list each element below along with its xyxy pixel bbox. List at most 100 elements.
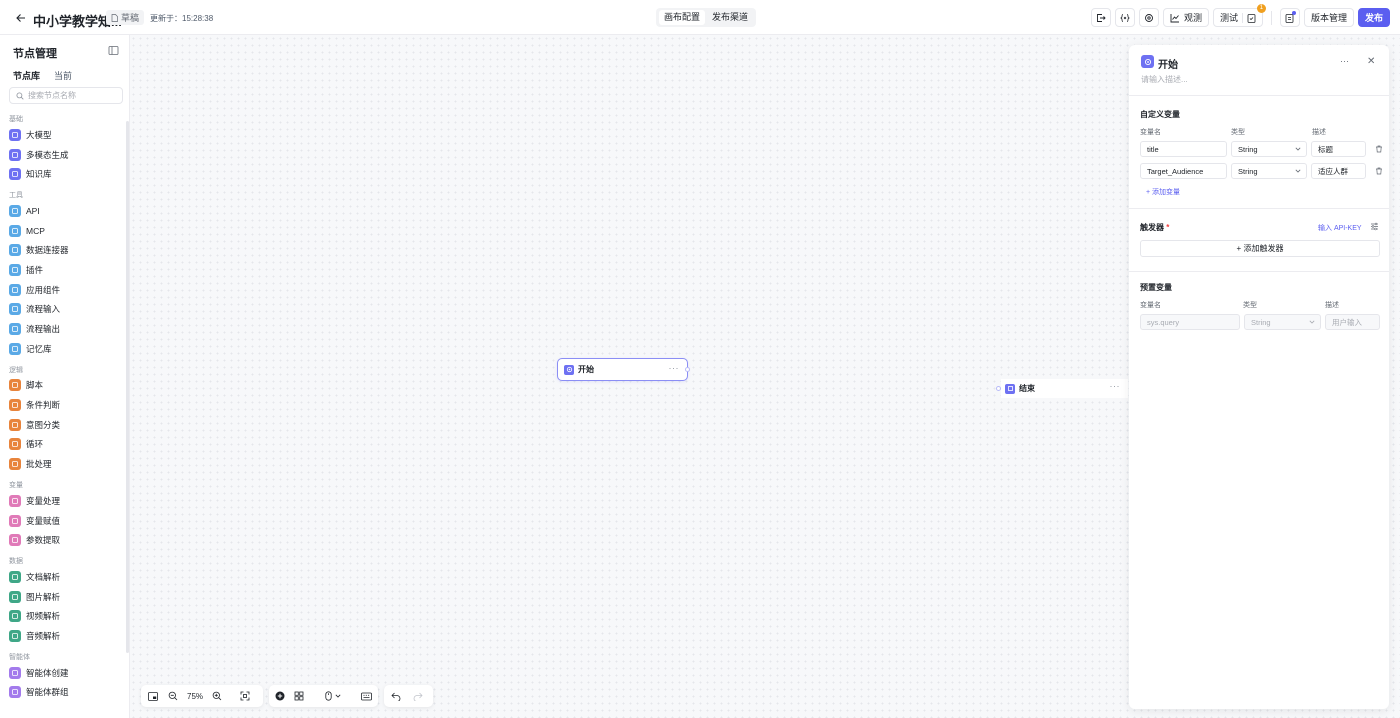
node-library-item[interactable]: 数据连接器 xyxy=(0,240,124,260)
node-library-item[interactable]: 知识库 xyxy=(0,164,124,184)
custom-var-type-select[interactable]: String xyxy=(1231,163,1307,179)
add-variable-button[interactable]: + 添加变量 xyxy=(1146,187,1180,197)
collapse-sidebar-icon[interactable] xyxy=(108,45,119,56)
status-badge: 草稿 xyxy=(106,10,145,25)
node-library-item-label: MCP xyxy=(26,225,45,236)
start-node[interactable]: 开始 ··· xyxy=(557,358,688,381)
chart-line-icon xyxy=(1170,13,1179,22)
clipboard-button[interactable] xyxy=(1279,8,1300,27)
tab-current[interactable]: 当前 xyxy=(54,69,72,82)
observe-button[interactable]: 观测 xyxy=(1162,8,1209,27)
end-node[interactable]: 结束 ··· xyxy=(1001,379,1128,398)
add-trigger-button[interactable]: + 添加触发器 xyxy=(1140,240,1380,257)
zoom-in-button[interactable] xyxy=(211,690,223,702)
fit-view-button[interactable] xyxy=(239,690,251,702)
arrow-left-icon xyxy=(16,14,25,22)
add-node-button[interactable] xyxy=(275,690,286,702)
file-icon xyxy=(111,13,118,22)
node-library-item[interactable]: 文档解析 xyxy=(0,567,124,587)
minimap-toggle[interactable] xyxy=(147,690,159,702)
preset-var-desc: 用户输入 xyxy=(1325,314,1380,330)
node-library-item[interactable]: 流程输入 xyxy=(0,300,124,320)
node-library-item[interactable]: 变量处理 xyxy=(0,491,124,511)
history-toolbar xyxy=(384,685,433,707)
input-api-key-link[interactable]: 输入 API-KEY xyxy=(1318,223,1362,233)
node-library-item-label: 记忆库 xyxy=(26,343,52,354)
node-library-item[interactable]: 流程输出 xyxy=(0,319,124,339)
node-library-item[interactable]: 图片解析 xyxy=(0,587,124,607)
node-library-item[interactable]: 视频解析 xyxy=(0,606,124,626)
node-library-item[interactable]: 批处理 xyxy=(0,454,124,474)
tab-publish-channel[interactable]: 发布渠道 xyxy=(707,10,753,25)
node-library-item[interactable]: 意图分类 xyxy=(0,415,124,435)
panel-description-input[interactable] xyxy=(1141,75,1341,84)
settings-button[interactable] xyxy=(1138,8,1159,27)
node-group-label: 基础 xyxy=(9,116,23,123)
tab-node-library[interactable]: 节点库 xyxy=(13,69,40,82)
node-library-item[interactable]: 条件判断 xyxy=(0,395,124,415)
node-type-icon xyxy=(9,629,21,642)
node-type-icon xyxy=(9,204,21,217)
version-manage-button[interactable]: 版本管理 xyxy=(1303,8,1354,27)
start-node-output-port[interactable] xyxy=(685,367,690,372)
node-type-icon xyxy=(9,610,21,623)
node-library-item-label: 流程输入 xyxy=(26,304,61,315)
node-library-item[interactable]: 音频解析 xyxy=(0,626,124,646)
tab-canvas-config[interactable]: 画布配置 xyxy=(659,10,706,25)
node-library-item[interactable]: 参数提取 xyxy=(0,530,124,550)
start-node-more-icon[interactable]: ··· xyxy=(669,363,680,373)
undo-button[interactable] xyxy=(390,690,402,702)
node-library-item-label: 数据连接器 xyxy=(26,245,69,256)
redo-button[interactable] xyxy=(412,690,424,702)
panel-more-icon[interactable]: ··· xyxy=(1340,56,1349,66)
export-icon xyxy=(1096,13,1106,22)
node-type-icon xyxy=(9,534,21,547)
filter-settings-icon[interactable] xyxy=(1370,222,1379,231)
panel-divider xyxy=(1129,208,1389,209)
delete-var-icon[interactable] xyxy=(1375,167,1383,175)
node-library-item[interactable]: 应用组件 xyxy=(0,280,124,300)
node-list: 基础 大模型 多模态生成 知识库 工具 API MCP 数据连接器 插件 应用组件 流程输入 流程输出… xyxy=(0,111,124,702)
custom-var-type-select[interactable]: String xyxy=(1231,141,1307,157)
node-type-icon xyxy=(9,244,21,257)
test-badge-count: 1 xyxy=(1256,4,1266,13)
panel-close-icon[interactable]: ✕ xyxy=(1367,56,1375,67)
node-library-item[interactable]: 插件 xyxy=(0,260,124,280)
node-library-item[interactable]: 变量赋值 xyxy=(0,511,124,531)
node-library-item[interactable]: 智能体群组 xyxy=(0,683,124,703)
node-library-item[interactable]: MCP xyxy=(0,221,124,241)
sidebar-scrollbar[interactable] xyxy=(126,121,129,653)
node-type-icon xyxy=(9,438,21,451)
minimap-icon xyxy=(148,691,158,701)
delete-var-icon[interactable] xyxy=(1375,145,1383,153)
keyboard-shortcuts-button[interactable] xyxy=(361,690,372,702)
publish-button[interactable]: 发布 xyxy=(1357,8,1390,27)
node-search-input[interactable] xyxy=(28,91,118,100)
node-library-item[interactable]: 循环 xyxy=(0,435,124,455)
node-library-item[interactable]: 智能体创建 xyxy=(0,663,124,683)
test-button[interactable]: 测试 1 xyxy=(1212,4,1266,27)
interaction-mode-select[interactable] xyxy=(323,690,343,702)
custom-var-type-value: String xyxy=(1238,166,1258,176)
zoom-out-button[interactable] xyxy=(167,690,179,702)
node-library-item[interactable]: 脚本 xyxy=(0,376,124,396)
node-library-item[interactable]: 多模态生成 xyxy=(0,145,124,165)
custom-var-desc-input[interactable]: 标题 xyxy=(1311,141,1366,157)
variables-button[interactable] xyxy=(1114,8,1135,27)
node-library-item[interactable]: 大模型 xyxy=(0,125,124,145)
export-button[interactable] xyxy=(1090,8,1111,27)
custom-var-name-input[interactable]: Target_Audience xyxy=(1140,163,1227,179)
end-node-more-icon[interactable]: ··· xyxy=(1110,381,1121,391)
node-group-label: 逻辑 xyxy=(9,366,23,374)
end-node-icon xyxy=(1005,383,1015,394)
back-button[interactable] xyxy=(12,9,30,27)
custom-var-name-input[interactable]: title xyxy=(1140,141,1227,157)
zoom-in-icon xyxy=(212,691,222,701)
custom-var-desc-input[interactable]: 适应人群 xyxy=(1311,163,1366,179)
node-library-item[interactable]: API xyxy=(0,201,124,221)
node-group-label: 数据 xyxy=(9,558,23,566)
plus-circle-icon xyxy=(275,691,285,701)
node-type-icon xyxy=(9,148,21,161)
node-library-item[interactable]: 记忆库 xyxy=(0,339,124,359)
layout-button[interactable] xyxy=(294,690,305,702)
